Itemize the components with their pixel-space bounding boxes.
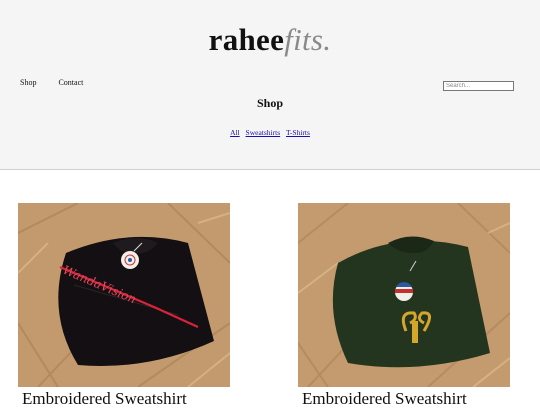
search-input[interactable] bbox=[443, 81, 514, 91]
filter-sweatshirts-link[interactable]: Sweatshirts bbox=[246, 128, 281, 137]
logo-accent: fits. bbox=[284, 22, 332, 57]
product-card[interactable]: WandaVision Embroidered Sweatshirt bbox=[18, 203, 230, 409]
filter-all-link[interactable]: All bbox=[230, 128, 240, 137]
product-title[interactable]: Embroidered Sweatshirt bbox=[22, 389, 230, 409]
category-filters: All Sweatshirts T-Shirts bbox=[0, 128, 540, 137]
product-card[interactable]: Embroidered Sweatshirt bbox=[298, 203, 510, 409]
main-nav: Shop Contact bbox=[20, 78, 103, 87]
site-logo[interactable]: raheefits. bbox=[0, 22, 540, 58]
product-title[interactable]: Embroidered Sweatshirt bbox=[302, 389, 510, 409]
product-image-loki[interactable] bbox=[298, 203, 510, 387]
site-header: raheefits. Shop Contact Shop All Sweatsh… bbox=[0, 0, 540, 170]
filter-tshirts-link[interactable]: T-Shirts bbox=[286, 128, 310, 137]
nav-shop-link[interactable]: Shop bbox=[20, 78, 36, 87]
logo-main: rahee bbox=[208, 22, 285, 57]
product-image-wandavision[interactable]: WandaVision bbox=[18, 203, 230, 387]
nav-contact-link[interactable]: Contact bbox=[58, 78, 83, 87]
page-title: Shop bbox=[256, 96, 284, 110]
